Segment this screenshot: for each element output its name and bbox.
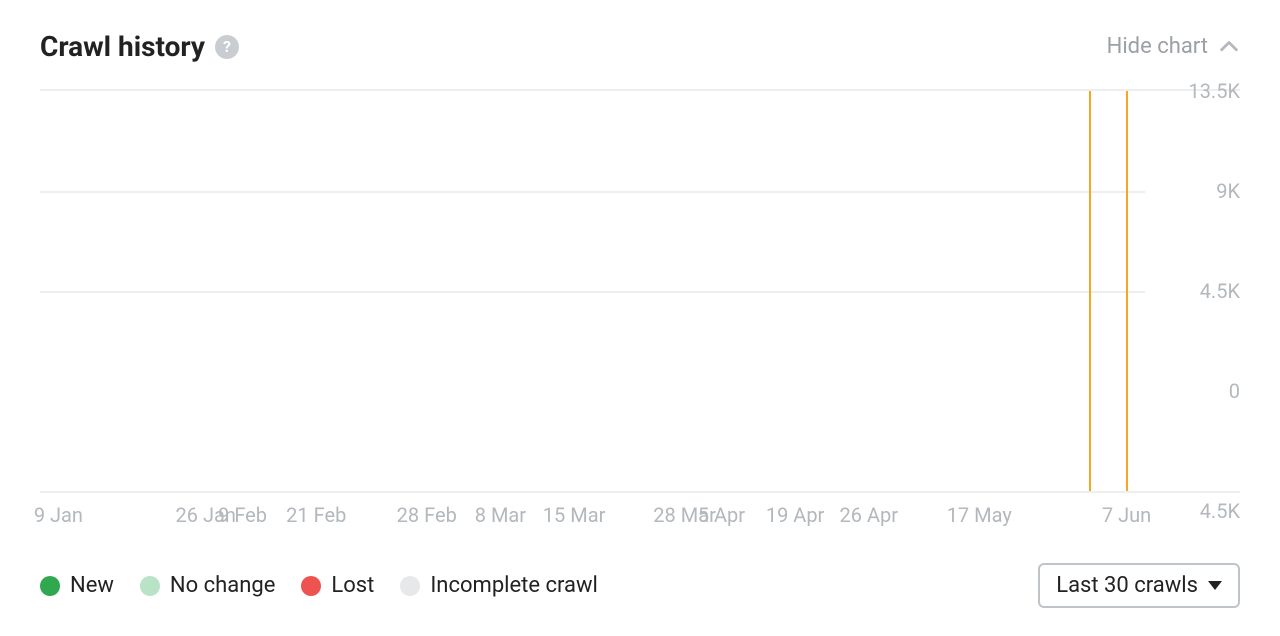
bar-slot[interactable] [298, 91, 335, 491]
bar-slot[interactable] [924, 91, 961, 491]
x-tick-label: 5 Apr [698, 503, 745, 527]
dot-icon [400, 576, 420, 596]
bar-slot[interactable] [408, 91, 445, 491]
y-tick-label: 4.5K [1200, 279, 1240, 303]
bar-slot[interactable] [740, 91, 777, 491]
bar-slot[interactable] [850, 91, 887, 491]
highlight-line [1089, 91, 1091, 491]
bar-slot[interactable] [1034, 91, 1071, 491]
bar-slot[interactable] [998, 91, 1035, 491]
bar-slot[interactable] [77, 91, 114, 491]
legend-item-lost[interactable]: Lost [301, 573, 374, 598]
dot-icon [40, 576, 60, 596]
hide-chart-label: Hide chart [1107, 34, 1208, 59]
x-tick-label: 21 Feb [286, 503, 346, 527]
chevron-up-icon [1218, 36, 1240, 58]
bar-slot[interactable] [482, 91, 519, 491]
dot-icon [301, 576, 321, 596]
bar-slot[interactable] [371, 91, 408, 491]
bar-slot[interactable] [777, 91, 814, 491]
y-axis-bottom-label: 4.5K [1200, 499, 1240, 523]
y-tick-label: 0 [1229, 379, 1240, 403]
crawl-history-chart[interactable]: 04.5K9K13.5K [40, 89, 1240, 493]
bar-slot[interactable] [666, 91, 703, 491]
x-tick-label: 9 Feb [218, 503, 267, 527]
bar-slot[interactable] [150, 91, 187, 491]
bar-slot[interactable] [961, 91, 998, 491]
y-tick-label: 9K [1216, 179, 1240, 203]
bar-slot[interactable] [445, 91, 482, 491]
x-tick-label: 28 Feb [397, 503, 457, 527]
dot-icon [140, 576, 160, 596]
x-tick-label: 8 Mar [475, 503, 526, 527]
bar-slot[interactable] [187, 91, 224, 491]
legend-item-incomplete[interactable]: Incomplete crawl [400, 573, 598, 598]
chart-legend: New No change Lost Incomplete crawl [40, 573, 598, 598]
help-icon[interactable]: ? [215, 35, 239, 59]
bar-slot[interactable] [629, 91, 666, 491]
x-tick-label: 9 Jan [34, 503, 83, 527]
bar-slot[interactable] [224, 91, 261, 491]
hide-chart-toggle[interactable]: Hide chart [1107, 34, 1240, 59]
bar-slot[interactable] [813, 91, 850, 491]
range-selector[interactable]: Last 30 crawls [1038, 563, 1240, 608]
bar-slot[interactable] [556, 91, 593, 491]
x-tick-label: 7 Jun [1102, 503, 1151, 527]
bar-slot[interactable] [335, 91, 372, 491]
x-tick-label: 26 Apr [840, 503, 899, 527]
legend-item-new[interactable]: New [40, 573, 114, 598]
bar-slot[interactable] [40, 91, 77, 491]
caret-down-icon [1208, 581, 1222, 590]
y-tick-label: 13.5K [1188, 79, 1240, 103]
x-tick-label: 17 May [947, 503, 1012, 527]
bar-slot[interactable] [887, 91, 924, 491]
bar-slot[interactable] [261, 91, 298, 491]
x-tick-label: 19 Apr [766, 503, 825, 527]
bar-slot[interactable] [519, 91, 556, 491]
legend-item-no-change[interactable]: No change [140, 573, 275, 598]
range-selector-label: Last 30 crawls [1056, 573, 1198, 598]
highlight-line [1126, 91, 1128, 491]
bar-slot[interactable] [703, 91, 740, 491]
bar-slot[interactable] [114, 91, 151, 491]
page-title: Crawl history [40, 30, 205, 63]
x-tick-label: 15 Mar [543, 503, 606, 527]
bar-slot[interactable] [592, 91, 629, 491]
